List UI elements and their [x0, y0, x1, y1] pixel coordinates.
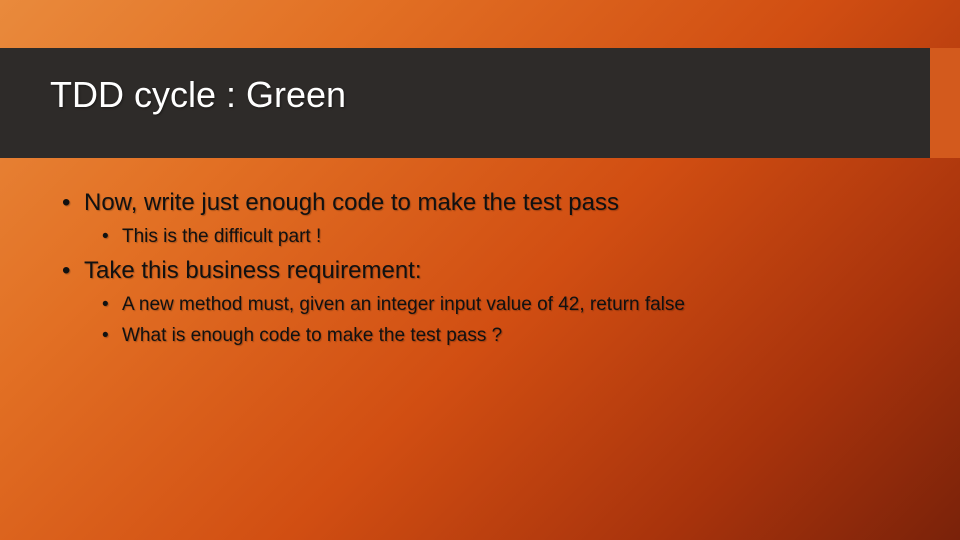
- bullet-level2: A new method must, given an integer inpu…: [100, 292, 900, 318]
- bullet-level1: Take this business requirement:: [60, 256, 900, 286]
- title-band-accent: [930, 48, 960, 158]
- bullet-level2: This is the difficult part !: [100, 224, 900, 250]
- slide-title: TDD cycle : Green: [50, 74, 346, 116]
- slide-body: Now, write just enough code to make the …: [60, 188, 900, 355]
- bullet-level1: Now, write just enough code to make the …: [60, 188, 900, 218]
- bullet-level2: What is enough code to make the test pas…: [100, 323, 900, 349]
